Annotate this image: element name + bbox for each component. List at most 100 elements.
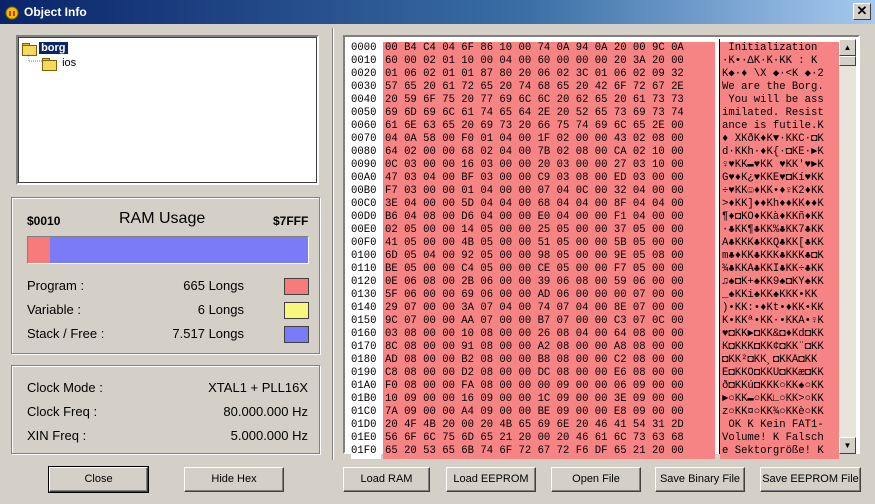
ascii-row: imilated. Resist <box>720 107 839 121</box>
hex-row-bytes: 5F 06 00 00 69 06 00 00 AD 06 00 00 00 0… <box>383 289 715 303</box>
hex-row: 00D0 B6 04 08 00 D6 04 00 00 E0 04 00 00 … <box>347 211 717 225</box>
tree-node-label: ios <box>62 57 77 69</box>
hex-row: 0020 01 06 02 01 01 87 80 20 06 02 3C 01 … <box>347 68 717 82</box>
ascii-dump-area[interactable]: Initialization ·K•·∆K·K·KK : K K◆·♦ \X ◆·<… <box>719 39 839 459</box>
ascii-row: ♥◘KK►◘KK&◘♦Kd◘KK <box>720 328 839 342</box>
hex-row: 01B0 10 09 00 00 16 09 00 00 1C 09 00 00 … <box>347 393 717 407</box>
ascii-row: ·♣KK¶♣KK%♣KK7♣KK <box>720 224 839 238</box>
scroll-down-arrow-icon[interactable]: ▼ <box>839 437 856 454</box>
hex-row-bytes: 7A 09 00 00 A4 09 00 00 BE 09 00 00 E8 0… <box>383 406 715 420</box>
hex-row: 0140 29 07 00 00 3A 07 04 00 74 07 04 00 … <box>347 302 717 316</box>
hex-row: 0050 69 6D 69 6C 61 74 65 64 2E 20 52 65 … <box>347 107 717 121</box>
hex-row-address: 0120 <box>351 276 381 290</box>
save-binary-file-button[interactable]: Save Binary File <box>655 467 745 492</box>
hex-dump-area[interactable]: 0000 00 B4 C4 04 6F 86 10 00 74 0A 94 0A … <box>347 39 717 459</box>
hex-row-bytes: 01 06 02 01 01 87 80 20 06 02 3C 01 06 0… <box>383 68 715 82</box>
ascii-row: K•KKª•KK·•KKÃ•♀K <box>720 315 839 329</box>
clock-freq-value: 80.000.000 Hz <box>223 404 308 419</box>
hex-row: 00B0 F7 03 00 00 01 04 00 00 07 04 0C 00 … <box>347 185 717 199</box>
hex-row-bytes: 20 4F 4B 20 00 20 4B 65 69 6E 20 46 41 5… <box>383 419 715 433</box>
hex-row-address: 0100 <box>351 250 381 264</box>
ascii-row: You will be ass <box>720 94 839 108</box>
hex-row: 0080 64 02 00 00 68 02 04 00 7B 02 08 00 … <box>347 146 717 160</box>
ascii-row: ance is futile.K <box>720 120 839 134</box>
ram-usage-panel: $0010 RAM Usage $7FFF Program : 665 Long… <box>11 197 320 354</box>
hex-row-bytes: 00 B4 C4 04 6F 86 10 00 74 0A 94 0A 20 0… <box>383 42 715 56</box>
ascii-row: _♠KKi♠KK­♠KKK•KK <box>720 289 839 303</box>
stack-free-value: 7.517 Longs <box>172 326 244 341</box>
load-eeprom-button[interactable]: Load EEPROM <box>446 467 536 492</box>
hex-row-bytes: 65 20 53 65 6B 74 6F 72 67 72 F6 DF 65 2… <box>383 445 715 459</box>
hex-row: 01E0 56 6F 6C 75 6D 65 21 20 00 20 46 61 … <box>347 432 717 446</box>
hex-row-bytes: B6 04 08 00 D6 04 00 00 E0 04 00 00 F1 0… <box>383 211 715 225</box>
hex-row-address: 00E0 <box>351 224 381 238</box>
window-title: Object Info <box>24 5 87 19</box>
hex-row-address: 0150 <box>351 315 381 329</box>
ascii-row: We are the Borg. <box>720 81 839 95</box>
load-ram-button[interactable]: Load RAM <box>343 467 430 492</box>
ascii-row: ♀♥KK▬♥KK ♥KK'♥►K <box>720 159 839 173</box>
ascii-row: m♣♦KK♣KKK♣KKK♣◘K <box>720 250 839 264</box>
hex-row: 0100 6D 05 04 00 92 05 00 00 98 05 00 00 … <box>347 250 717 264</box>
hex-row-bytes: 10 09 00 00 16 09 00 00 1C 09 00 00 3E 0… <box>383 393 715 407</box>
ascii-row: ♫♠◘K+♠KK9♠◘KY♠KK <box>720 276 839 290</box>
ascii-row: Volume! K Falsch <box>720 432 839 446</box>
hex-row-bytes: 8C 08 00 00 91 08 00 00 A2 08 00 00 A8 0… <box>383 341 715 355</box>
hex-row-bytes: 0E 06 08 00 2B 06 00 00 39 06 08 00 59 0… <box>383 276 715 290</box>
panel-divider <box>332 28 334 460</box>
open-file-button[interactable]: Open File <box>551 467 641 492</box>
hex-row: 0190 C8 08 00 00 D2 08 00 00 DC 08 00 00 … <box>347 367 717 381</box>
ram-start-address: $0010 <box>27 214 61 228</box>
hex-row-bytes: 47 03 04 00 BF 03 00 00 C9 03 08 00 ED 0… <box>383 172 715 186</box>
hex-row: 0150 9C 07 00 00 AA 07 00 00 B7 07 00 00 … <box>347 315 717 329</box>
ram-usage-title: RAM Usage <box>119 210 206 227</box>
program-value: 665 Longs <box>183 278 244 293</box>
propeller-app-icon <box>5 6 19 20</box>
window-close-button[interactable]: ✕ <box>853 3 871 20</box>
scroll-thumb[interactable] <box>839 56 856 66</box>
hex-viewer[interactable]: 0000 00 B4 C4 04 6F 86 10 00 74 0A 94 0A … <box>343 35 860 459</box>
hex-row-address: 0000 <box>351 42 381 56</box>
hex-row-address: 0140 <box>351 302 381 316</box>
ascii-row: ¾♣KKÄ♣KKÎ♣KK÷♣KK <box>720 263 839 277</box>
hex-row: 01F0 65 20 53 65 6B 74 6F 72 67 72 F6 DF … <box>347 445 717 459</box>
variable-label: Variable : <box>27 302 81 317</box>
hex-row-address: 0010 <box>351 55 381 69</box>
scroll-up-arrow-icon[interactable]: ▲ <box>839 39 856 56</box>
ascii-row: z○KK¤○KK¾○KKè○KK <box>720 406 839 420</box>
ascii-row: ►○KK▬○KK∟○KK>○KK <box>720 393 839 407</box>
hex-scrollbar[interactable]: ▲ ▼ <box>839 39 856 454</box>
hex-row: 0160 03 08 00 00 10 08 00 00 26 08 04 00 … <box>347 328 717 342</box>
hex-row: 0060 61 6E 63 65 20 69 73 20 66 75 74 69 … <box>347 120 717 134</box>
ascii-row: È◘KKÒ◘KKÜ◘KKæ◘KK <box>720 367 839 381</box>
hex-row: 0070 04 0A 58 00 F0 01 04 00 1F 02 00 00 … <box>347 133 717 147</box>
save-eeprom-file-button[interactable]: Save EEPROM File <box>760 467 861 492</box>
hex-row-address: 0170 <box>351 341 381 355</box>
object-tree[interactable]: borg ios <box>16 35 319 185</box>
hex-row-address: 01D0 <box>351 419 381 433</box>
hex-row: 0120 0E 06 08 00 2B 06 00 00 39 06 08 00 … <box>347 276 717 290</box>
hex-row-address: 0030 <box>351 81 381 95</box>
tree-node-child[interactable]: ios <box>42 56 77 71</box>
ascii-row: ♦ XKðK♦K▼·KKC·◘K <box>720 133 839 147</box>
tree-node-root[interactable]: borg <box>22 41 68 56</box>
hex-row-address: 00F0 <box>351 237 381 251</box>
hex-row-address: 0190 <box>351 367 381 381</box>
hex-row-address: 01C0 <box>351 406 381 420</box>
hex-row-bytes: 02 05 00 00 14 05 00 00 25 05 00 00 37 0… <box>383 224 715 238</box>
ascii-row: e Sektorgröße! K <box>720 445 839 459</box>
hide-hex-button[interactable]: Hide Hex <box>184 467 284 492</box>
hex-row: 0090 0C 03 00 00 16 03 00 00 20 03 00 00 … <box>347 159 717 173</box>
hex-row-address: 00D0 <box>351 211 381 225</box>
hex-row-address: 0060 <box>351 120 381 134</box>
hex-row-bytes: 0C 03 00 00 16 03 00 00 20 03 00 00 27 0… <box>383 159 715 173</box>
ascii-row: OK K Kein FAT1- <box>720 419 839 433</box>
hex-row-bytes: 3E 04 00 00 5D 04 04 00 68 04 04 00 8F 0… <box>383 198 715 212</box>
hex-row: 0110 BE 05 00 00 C4 05 00 00 CE 05 00 00 … <box>347 263 717 277</box>
tree-node-label: borg <box>39 42 68 54</box>
hex-row-bytes: C8 08 00 00 D2 08 00 00 DC 08 00 00 E6 0… <box>383 367 715 381</box>
ascii-row: K◘KKK◘KK¢◘KK¨◘KK <box>720 341 839 355</box>
hex-row-bytes: 56 6F 6C 75 6D 65 21 20 00 20 46 61 6C 7… <box>383 432 715 446</box>
close-button[interactable]: Close <box>48 466 149 493</box>
hex-row-bytes: BE 05 00 00 C4 05 00 00 CE 05 00 00 F7 0… <box>383 263 715 277</box>
